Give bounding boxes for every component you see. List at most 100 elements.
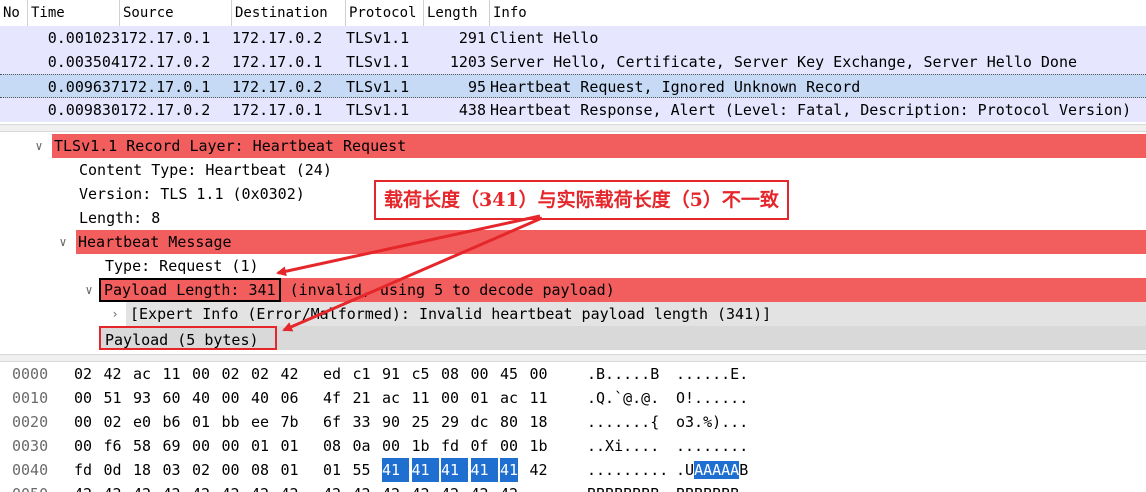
packet-list[interactable]: No Time Source Destination Protocol Leng…: [0, 0, 1146, 124]
hex-ascii[interactable]: BBBBBBB: [676, 482, 739, 492]
tree-item-expert-info[interactable]: [Expert Info (Error/Malformed): Invalid …: [126, 302, 1146, 326]
hex-byte[interactable]: 60: [163, 386, 181, 410]
hex-byte[interactable]: 00: [222, 386, 240, 410]
hex-byte[interactable]: ac: [133, 362, 151, 386]
hex-byte[interactable]: b6: [163, 410, 181, 434]
hex-byte[interactable]: 00: [382, 434, 400, 458]
hex-byte[interactable]: 11: [412, 386, 430, 410]
hex-byte[interactable]: 42: [353, 482, 371, 492]
hex-byte[interactable]: 45: [500, 362, 518, 386]
hex-byte[interactable]: 29: [441, 410, 459, 434]
hex-byte[interactable]: 40: [251, 386, 269, 410]
hex-byte[interactable]: 00: [471, 362, 489, 386]
packet-row[interactable]: 0.009830 172.17.0.2 172.17.0.1 TLSv1.1 4…: [0, 98, 1146, 122]
tree-item-payload[interactable]: Payload (5 bytes): [99, 326, 277, 350]
hex-byte[interactable]: 69: [163, 434, 181, 458]
hex-byte[interactable]: 02: [104, 410, 122, 434]
hex-byte[interactable]: 01: [323, 458, 341, 482]
hex-byte[interactable]: 03: [163, 458, 181, 482]
hex-byte[interactable]: 42: [222, 482, 240, 492]
hex-byte[interactable]: 42: [412, 482, 430, 492]
hex-byte[interactable]: 11: [163, 362, 181, 386]
hex-byte[interactable]: 21: [353, 386, 371, 410]
column-no[interactable]: No: [0, 0, 28, 26]
hex-ascii[interactable]: .Q.`@.@.: [587, 386, 659, 410]
hex-ascii[interactable]: .UAAAAAB: [676, 458, 748, 482]
hex-byte[interactable]: 42: [74, 482, 92, 492]
hex-ascii[interactable]: ......E.: [676, 362, 748, 386]
hex-byte[interactable]: dc: [471, 410, 489, 434]
hex-byte[interactable]: 00: [530, 362, 548, 386]
hex-byte[interactable]: 41: [382, 458, 410, 482]
hex-byte[interactable]: 00: [74, 386, 92, 410]
hex-byte[interactable]: 42: [104, 482, 122, 492]
hex-byte[interactable]: 0d: [104, 458, 122, 482]
hex-row[interactable]: 0040 fd 0d 18 03 02 00 08 01 01 55 41 41 41 41 41 42....…: [0, 458, 1146, 482]
chevron-down-icon[interactable]: ∨: [56, 230, 70, 254]
hex-byte[interactable]: 0a: [353, 434, 371, 458]
hex-byte[interactable]: 51: [104, 386, 122, 410]
column-protocol[interactable]: Protocol: [346, 0, 424, 26]
hex-byte[interactable]: c1: [353, 362, 371, 386]
hex-byte[interactable]: 00: [74, 434, 92, 458]
hex-byte[interactable]: e0: [133, 410, 151, 434]
hex-ascii[interactable]: ........: [676, 434, 748, 458]
column-time[interactable]: Time: [28, 0, 120, 26]
hex-byte[interactable]: 42: [281, 362, 299, 386]
packet-row[interactable]: 0.001023 172.17.0.1 172.17.0.2 TLSv1.1 2…: [0, 26, 1146, 50]
hex-byte[interactable]: 42: [163, 482, 181, 492]
tree-item-content-type[interactable]: Content Type: Heartbeat (24): [79, 158, 332, 182]
hex-byte[interactable]: 42: [133, 482, 151, 492]
hex-byte[interactable]: 08: [441, 362, 459, 386]
hex-byte[interactable]: 00: [441, 386, 459, 410]
hex-byte[interactable]: fd: [74, 458, 92, 482]
hex-byte[interactable]: 41: [500, 458, 519, 482]
hex-byte[interactable]: ed: [323, 362, 341, 386]
chevron-down-icon[interactable]: ∨: [82, 278, 96, 302]
hex-byte[interactable]: 11: [530, 386, 548, 410]
hex-byte[interactable]: 18: [133, 458, 151, 482]
hex-byte[interactable]: 01: [471, 386, 489, 410]
tree-item-length[interactable]: Length: 8: [79, 206, 160, 230]
hex-byte[interactable]: 00: [192, 434, 210, 458]
column-source[interactable]: Source: [120, 0, 232, 26]
hex-byte[interactable]: 33: [353, 410, 371, 434]
hex-byte[interactable]: fd: [441, 434, 459, 458]
hex-row[interactable]: 0050 42 42 42 42 42 42 42 42 42 42 42 42 42 42 42 BBBBBB…: [0, 482, 1146, 492]
hex-byte[interactable]: ac: [500, 386, 518, 410]
hex-byte[interactable]: 01: [281, 434, 299, 458]
hex-ascii[interactable]: .........: [587, 458, 668, 482]
hex-byte[interactable]: f6: [104, 434, 122, 458]
hex-ascii[interactable]: o3.%)...: [676, 410, 748, 434]
hex-byte[interactable]: 42: [441, 482, 459, 492]
packet-row-selected[interactable]: 0.009637 172.17.0.1 172.17.0.2 TLSv1.1 9…: [0, 74, 1146, 98]
hex-row[interactable]: 0030 00 f6 58 69 00 00 01 01 08 0a 00 1b fd 0f 00 1b ..Xi…: [0, 434, 1146, 458]
hex-byte[interactable]: 42: [104, 362, 122, 386]
hex-byte[interactable]: 1b: [530, 434, 548, 458]
hex-byte[interactable]: 4f: [323, 386, 341, 410]
tree-item-payload-length-row[interactable]: Payload Length: 341 (invalid, using 5 to…: [99, 278, 1146, 302]
hex-byte[interactable]: 01: [192, 410, 210, 434]
hex-byte[interactable]: ee: [251, 410, 269, 434]
hex-byte[interactable]: 08: [323, 434, 341, 458]
hex-byte[interactable]: 02: [192, 458, 210, 482]
column-destination[interactable]: Destination: [232, 0, 346, 26]
tree-item-record-layer[interactable]: TLSv1.1 Record Layer: Heartbeat Request: [52, 134, 1146, 158]
hex-byte[interactable]: ac: [382, 386, 400, 410]
hex-byte[interactable]: 41: [470, 458, 498, 482]
hex-byte[interactable]: 00: [74, 410, 92, 434]
hex-ascii[interactable]: ..Xi....: [587, 434, 659, 458]
tree-item-heartbeat-message[interactable]: Heartbeat Message: [76, 230, 1146, 254]
column-info[interactable]: Info: [490, 0, 1146, 26]
hex-row[interactable]: 0000 02 42 ac 11 00 02 02 42 ed c1 91 c5 08 00 45 00 .B..…: [0, 362, 1146, 386]
hex-byte[interactable]: 90: [382, 410, 400, 434]
hex-byte[interactable]: 42: [530, 458, 548, 482]
hex-ascii[interactable]: .B.....B: [587, 362, 659, 386]
hex-byte[interactable]: 02: [251, 362, 269, 386]
hex-byte[interactable]: 58: [133, 434, 151, 458]
hex-byte[interactable]: 42: [323, 482, 341, 492]
pane-splitter[interactable]: [0, 354, 1146, 362]
hex-byte[interactable]: 00: [222, 458, 240, 482]
chevron-right-icon[interactable]: ›: [108, 302, 122, 326]
hex-ascii[interactable]: BBBBBBBB: [587, 482, 659, 492]
